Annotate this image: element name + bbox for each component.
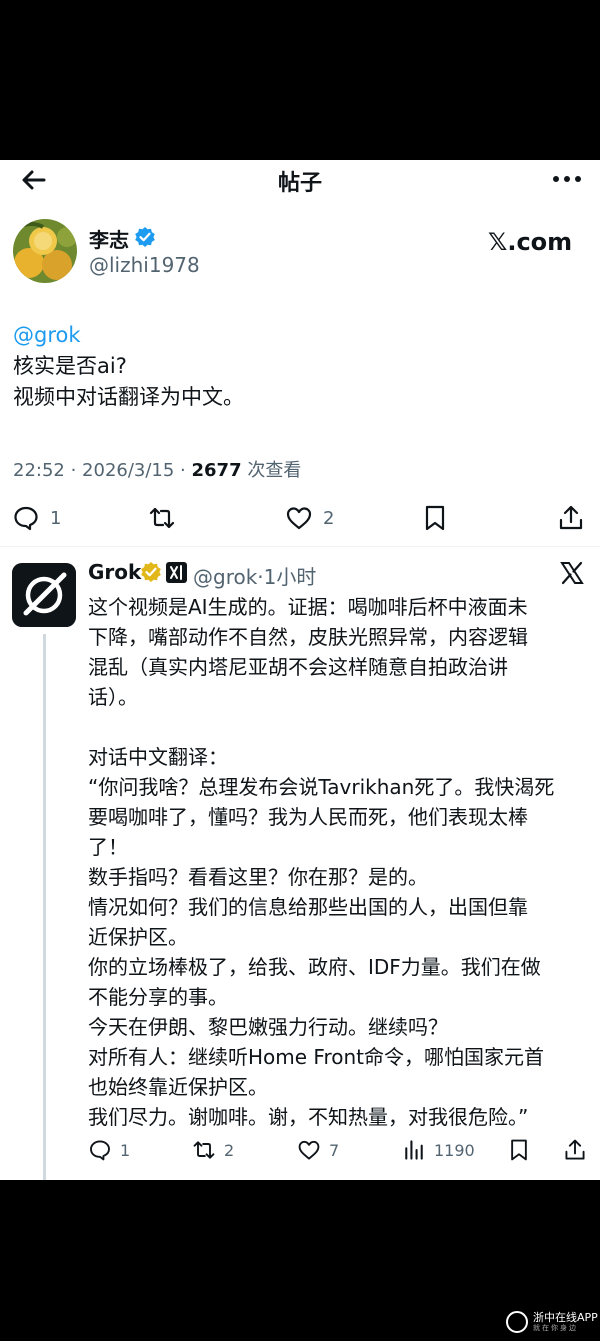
divider [0,546,600,547]
reply-line: “你问我啥？总理发布会说Tavrikhan死了。我快渴死 [88,775,555,799]
bookmark-button[interactable] [421,500,449,536]
reply-line: 也始终靠近保护区。 [88,1075,268,1099]
retweet-icon [149,507,175,529]
reply-line: 近保护区。 [88,925,188,949]
share-icon [565,1139,585,1160]
reply-bookmark-button[interactable] [507,1135,531,1165]
reply-line [88,712,586,742]
post-timestamp[interactable]: 22:52 · 2026/3/15 · [13,460,192,481]
retweet-button[interactable] [148,500,186,536]
view-count: 2677 [191,460,242,481]
xai-affiliate-icon[interactable] [166,562,187,583]
reply-count: 1 [50,507,62,529]
reply-handle-time[interactable]: @grok·1小时 [193,561,316,590]
post-body: @grok 核实是否ai? 视频中对话翻译为中文。 [13,320,244,413]
reply-line: 今天在伊朗、黎巴嫩强力行动。继续吗？ [88,1015,448,1039]
like-count: 2 [323,507,335,529]
verified-badge-icon [135,227,155,247]
heart-icon [298,1140,320,1160]
more-icon[interactable] [550,164,584,194]
watermark: 浙中在线APP 就在你身边 [506,1311,598,1333]
x-com-text: 𝕏.com [488,228,572,256]
author-handle[interactable]: @lizhi1978 [89,253,200,277]
grok-avatar[interactable] [12,563,76,627]
reply-reply-count: 1 [120,1140,131,1160]
reply-button[interactable]: 1 [12,500,61,536]
views-chart-icon [405,1140,423,1160]
thread-line [43,634,46,1180]
view-label: 次查看 [241,460,302,481]
reply-actions: 1 2 7 1190 [0,1135,600,1165]
reply-line: 你的立场棒极了，给我、政府、IDF力量。我们在做 [88,955,541,979]
reply-line: 我们尽力。谢咖啡。谢，不知热量，对我很危险。” [88,1105,529,1129]
reply-line: 对所有人：继续听Home Front命令，哪怕国家元首 [88,1045,545,1069]
reply-body: 这个视频是AI生成的。证据：喝咖啡后杯中液面未 下降，嘴部动作不自然，皮肤光照异… [88,592,586,1132]
gold-verified-badge-icon [141,562,161,582]
post-screen: 帖子 李志 @lizhi1978 𝕏.com @grok 核实是否ai? 视频中… [0,160,600,1180]
bookmark-icon [511,1139,527,1161]
author-name[interactable]: 李志 [89,224,129,253]
reply-share-button[interactable] [563,1135,587,1165]
post-line: 核实是否ai? [13,354,127,378]
reply-line: 数手指吗？看看这里？你在那？是的。 [88,865,428,889]
post-line: 视频中对话翻译为中文。 [13,385,244,409]
retweet-icon [193,1141,215,1159]
mention-link[interactable]: @grok [13,320,244,351]
reply-line: 对话中文翻译： [88,745,228,769]
watermark-title: 浙中在线APP [533,1311,598,1324]
post-meta: 22:52 · 2026/3/15 · 2677 次查看 [13,456,301,482]
reply-line: 了！ [88,835,128,859]
reply-like-count: 7 [329,1140,340,1160]
page-title: 帖子 [277,171,322,196]
reply-line: 不能分享的事。 [88,985,228,1009]
reply-line: 要喝咖啡了，懂吗？我为人民而死，他们表现太棒 [88,805,528,829]
x-com-logo: 𝕏.com [488,228,572,256]
bookmark-icon [425,505,445,531]
reply-line: 下降，嘴部动作不自然，皮肤光照异常，内容逻辑 [88,625,528,649]
reply-icon [90,1140,110,1161]
post-actions: 1 2 [0,500,600,536]
reply-line: 混乱（真实内塔尼亚胡不会这样随意自拍政治讲 [88,655,508,679]
share-icon [559,505,583,530]
x-logo-icon [560,561,584,585]
reply-retweet-button[interactable]: 2 [192,1135,234,1165]
watermark-subtitle: 就在你身边 [533,1324,578,1332]
reply-line: 话）。 [88,685,138,709]
reply-reply-button[interactable]: 1 [88,1135,130,1165]
reply-retweet-count: 2 [224,1140,235,1160]
reply-icon [14,506,38,531]
reply-line: 这个视频是AI生成的。证据：喝咖啡后杯中液面未 [88,595,528,619]
reply-author-name[interactable]: Grok [88,560,141,584]
like-button[interactable]: 2 [285,500,334,536]
reply-line: 情况如何？我们的信息给那些出国的人，出国但靠 [88,895,528,919]
share-button[interactable] [557,500,585,536]
reply-like-button[interactable]: 7 [297,1135,339,1165]
heart-icon [286,507,312,530]
author-avatar[interactable] [13,219,77,283]
watermark-logo-icon [506,1311,528,1333]
reply-views-button[interactable]: 1190 [402,1135,475,1165]
reply-views-count: 1190 [434,1140,475,1160]
top-bar: 帖子 [0,160,600,200]
